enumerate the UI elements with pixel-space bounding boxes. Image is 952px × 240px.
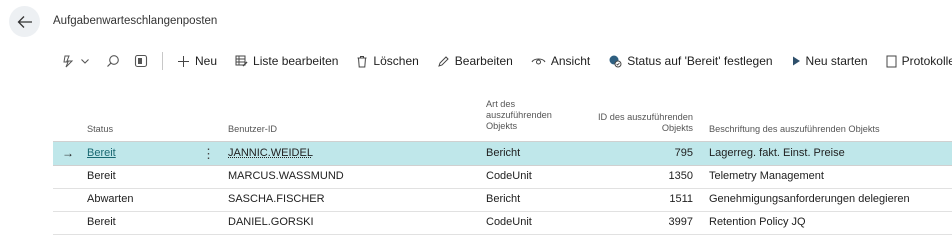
sparkle-icon (63, 55, 74, 68)
object-type-cell: CodeUnit (486, 170, 532, 182)
trash-icon (357, 55, 367, 67)
column-header-object-type[interactable]: Art des auszuführenden Objekts (486, 99, 552, 132)
current-row-arrow-icon: → (62, 146, 74, 160)
page-title: Aufgabenwarteschlangenposten (53, 15, 218, 27)
table-row[interactable]: Abwarten SASCHA.FISCHER Bericht 1511 Gen… (53, 188, 952, 212)
object-type-cell: Bericht (486, 193, 521, 205)
table-row[interactable]: → Bereit ⋮ JANNIC.WEIDEL Bericht 795 Lag… (53, 142, 952, 166)
log-entries-button[interactable]: Protokolleinträge (886, 54, 952, 68)
view-label: Ansicht (550, 54, 591, 68)
delete-button[interactable]: Löschen (356, 54, 419, 68)
filter-pane-button[interactable] (134, 54, 148, 68)
toolbar-separator (162, 52, 163, 70)
restart-label: Neu starten (805, 54, 868, 68)
row-menu-icon[interactable]: ⋮ (202, 142, 215, 165)
edit-list-icon (235, 55, 248, 67)
edit-label: Bearbeiten (454, 54, 513, 68)
user-cell: DANIEL.GORSKI (228, 216, 314, 228)
edit-list-label: Liste bearbeiten (253, 54, 339, 68)
user-cell: MARCUS.WASSMUND (228, 170, 344, 182)
column-header-object-type-line: auszuführenden (486, 110, 552, 120)
column-header-caption[interactable]: Beschriftung des auszuführenden Objekts (709, 124, 880, 135)
action-bar: Neu Liste bearbeiten Löschen Bearbeiten … (61, 52, 952, 70)
new-button[interactable]: Neu (177, 54, 217, 68)
chevron-down-icon (81, 59, 89, 64)
document-icon (886, 55, 897, 67)
view-button[interactable]: Ansicht (531, 54, 590, 68)
object-id-cell: 3997 (668, 216, 693, 228)
column-header-user-id[interactable]: Benutzer-ID (228, 124, 277, 135)
column-header-object-id-line: ID des auszuführenden (597, 112, 693, 122)
object-id-cell: 795 (674, 147, 693, 159)
new-label: Neu (195, 54, 218, 68)
back-button[interactable] (9, 6, 40, 37)
table-row[interactable]: Bereit MARCUS.WASSMUND CodeUnit 1350 Tel… (53, 165, 952, 189)
search-icon (107, 55, 119, 67)
arrow-left-icon (17, 15, 32, 28)
set-status-icon (609, 55, 622, 68)
object-id-cell: 1350 (668, 170, 693, 182)
status-cell[interactable]: Bereit (87, 142, 116, 165)
delete-label: Löschen (373, 54, 419, 68)
edit-button[interactable]: Bearbeiten (437, 54, 513, 68)
status-cell[interactable]: Abwarten (87, 188, 133, 211)
pencil-icon (438, 55, 449, 67)
user-cell: SASCHA.FISCHER (228, 193, 325, 205)
plus-icon (178, 55, 189, 67)
column-header-status[interactable]: Status (87, 124, 113, 135)
column-header-object-id[interactable]: ID des auszuführenden Objekts (598, 112, 693, 134)
object-type-cell: Bericht (486, 147, 521, 159)
set-ready-button[interactable]: Status auf 'Bereit' festlegen (608, 54, 773, 68)
eye-icon (531, 58, 546, 65)
edit-list-button[interactable]: Liste bearbeiten (235, 54, 338, 68)
caption-cell: Retention Policy JQ (709, 216, 806, 228)
log-entries-label: Protokolleinträge (901, 54, 952, 68)
user-cell: JANNIC.WEIDEL (228, 147, 313, 159)
status-cell[interactable]: Bereit (87, 165, 116, 188)
restart-button[interactable]: Neu starten (791, 54, 868, 68)
column-header-object-type-line: Objekts (486, 121, 518, 131)
personalize-menu[interactable] (61, 54, 90, 68)
search-button[interactable] (106, 54, 120, 68)
column-header-object-id-line: Objekts (661, 123, 693, 133)
caption-cell: Telemetry Management (709, 170, 824, 182)
object-type-cell: CodeUnit (486, 216, 532, 228)
set-ready-label: Status auf 'Bereit' festlegen (627, 54, 773, 68)
filter-pane-icon (134, 54, 148, 68)
status-cell[interactable]: Bereit (87, 211, 116, 234)
object-id-cell: 1511 (669, 193, 693, 205)
play-icon (792, 56, 800, 66)
caption-cell: Lagerreg. fakt. Einst. Preise (709, 147, 845, 159)
column-header-object-type-line: Art des (486, 99, 516, 109)
caption-cell: Genehmigungsanforderungen delegieren (709, 193, 910, 205)
table-row[interactable]: Bereit DANIEL.GORSKI CodeUnit 3997 Reten… (53, 211, 952, 235)
